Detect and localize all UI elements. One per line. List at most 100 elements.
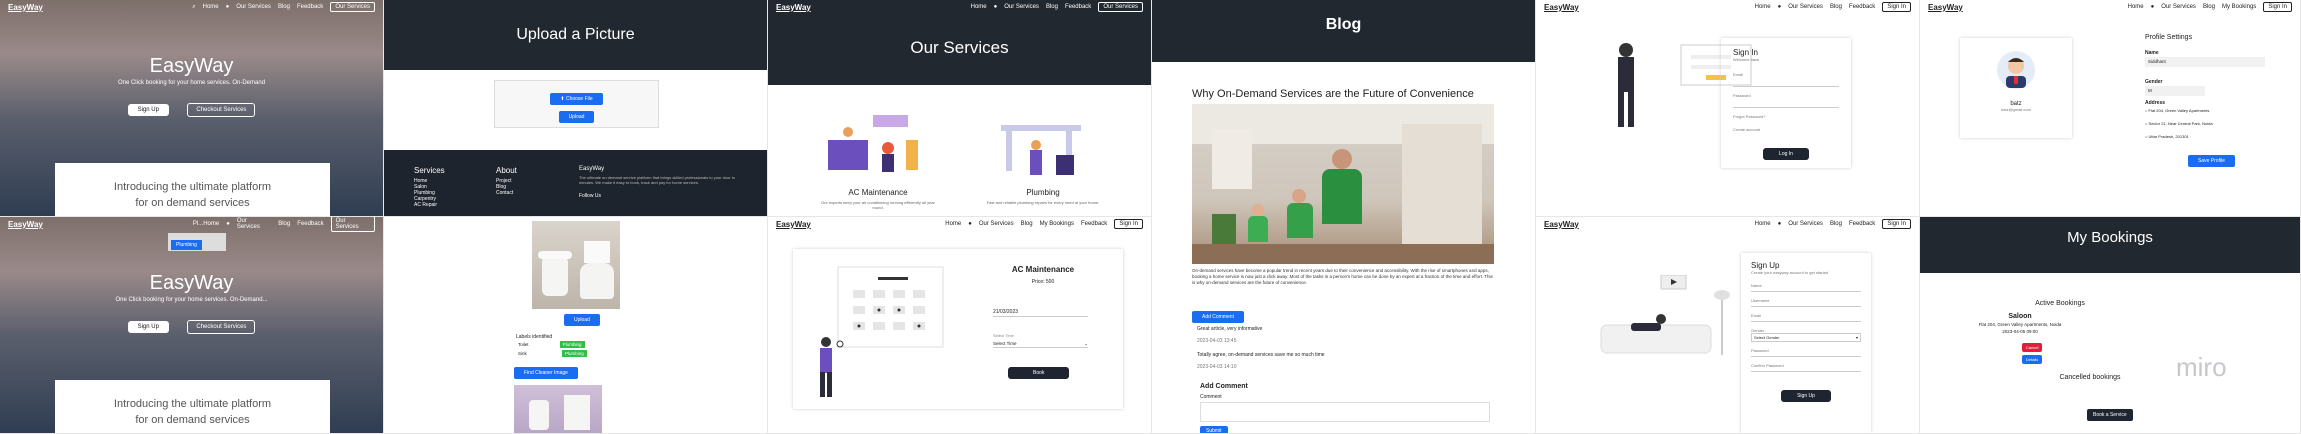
checkout-services-button[interactable]: Checkout Services xyxy=(187,103,256,117)
user-icon[interactable]: ● xyxy=(968,221,972,227)
nav-home[interactable]: Home xyxy=(2128,4,2144,10)
brand-logo[interactable]: EasyWay xyxy=(8,220,43,229)
nav-feedback[interactable]: Feedback xyxy=(297,221,323,227)
user-icon[interactable]: ● xyxy=(2151,4,2155,10)
top-nav: EasyWay Home ● Our Services Blog Feedbac… xyxy=(1536,0,1919,14)
name-field[interactable] xyxy=(1751,288,1861,292)
address-option[interactable]: ○ Uttar Pradesh, 201301 xyxy=(2145,134,2189,139)
service-tag[interactable]: Plumbing xyxy=(562,350,587,357)
nav-our-services-button[interactable]: Our Services xyxy=(330,217,375,232)
nav-feedback[interactable]: Feedback xyxy=(1065,4,1091,10)
save-profile-button[interactable]: Save Profile xyxy=(2188,155,2235,167)
search-icon[interactable]: ⌕ xyxy=(192,4,195,11)
login-button[interactable]: Log In xyxy=(1763,148,1809,160)
nav-feedback[interactable]: Feedback xyxy=(297,4,323,10)
nav-feedback[interactable]: Feedback xyxy=(1849,4,1875,10)
nav-our-services[interactable]: Our Services xyxy=(1788,221,1823,227)
forgot-password-link[interactable]: Forgot Password? xyxy=(1733,114,1839,119)
service-tag[interactable]: Plumbing xyxy=(559,341,585,348)
comment-date: 2023-04-03 14:10 xyxy=(1197,364,1237,370)
brand-logo[interactable]: EasyWay xyxy=(776,220,811,229)
nav-sign-in-button[interactable]: Sign In xyxy=(1114,219,1143,229)
cancel-booking-button[interactable]: Cancel xyxy=(2022,343,2043,352)
book-a-service-button[interactable]: Book a Service xyxy=(2087,409,2133,421)
ac-maintenance-desc: Our experts keep your air conditioning r… xyxy=(821,200,935,210)
nav-home[interactable]: Home xyxy=(1755,4,1771,10)
password-field[interactable] xyxy=(1733,98,1839,108)
brand-logo[interactable]: EasyWay xyxy=(1544,220,1579,229)
password-field[interactable] xyxy=(1751,353,1861,357)
nav-feedback[interactable]: Feedback xyxy=(1849,221,1875,227)
gender-field[interactable]: M xyxy=(2145,86,2205,96)
email-field[interactable] xyxy=(1733,77,1839,87)
nav-sign-in-button[interactable]: Sign In xyxy=(2263,2,2292,12)
address-option[interactable]: ○ Sector 21, Near Central Park, Noida xyxy=(2145,121,2213,126)
labels-caption: Labels identified xyxy=(516,334,553,340)
nav-our-services[interactable]: Our Services xyxy=(2161,4,2196,10)
footer-services-item[interactable]: AC Repair xyxy=(414,202,445,208)
nav-blog[interactable]: Blog xyxy=(278,4,290,10)
submit-comment-button[interactable]: Submit xyxy=(1200,426,1228,433)
nav-sign-in-button[interactable]: Sign In xyxy=(1882,219,1911,229)
address-text: Sector 21, Near Central Park, Noida xyxy=(2148,121,2213,126)
nav-blog[interactable]: Blog xyxy=(1830,4,1842,10)
checkout-services-button[interactable]: Checkout Services xyxy=(187,320,256,334)
add-comment-button[interactable]: Add Comment xyxy=(1192,311,1244,323)
brand-logo[interactable]: EasyWay xyxy=(776,3,811,12)
nav-blog[interactable]: Blog xyxy=(2203,4,2215,10)
user-icon[interactable]: ● xyxy=(226,4,230,10)
upload-button[interactable]: Upload xyxy=(558,111,595,123)
nav-our-services-button[interactable]: Our Services xyxy=(1098,2,1143,12)
signup-button[interactable]: Sign Up xyxy=(1781,390,1831,402)
search-suggestion[interactable]: Plumbing xyxy=(171,240,202,250)
user-icon[interactable]: ● xyxy=(226,221,230,227)
sign-up-button[interactable]: Sign Up xyxy=(127,104,169,116)
upload-button[interactable]: Upload xyxy=(564,314,600,326)
nav-home[interactable]: Home xyxy=(1755,221,1771,227)
confirm-password-field[interactable] xyxy=(1751,368,1861,372)
comment-textarea[interactable] xyxy=(1200,402,1490,422)
nav-my-bookings[interactable]: My Bookings xyxy=(1040,221,1074,227)
time-select[interactable]: Select Time ⌄ xyxy=(993,341,1088,348)
brand-logo[interactable]: EasyWay xyxy=(8,3,43,12)
nav-our-services[interactable]: Our Services xyxy=(1004,4,1039,10)
nav-blog[interactable]: Blog xyxy=(1830,221,1842,227)
nav-blog[interactable]: Blog xyxy=(278,221,290,227)
username-field[interactable] xyxy=(1751,303,1861,307)
nav-blog[interactable]: Blog xyxy=(1021,221,1033,227)
nav-our-services[interactable]: Our Services xyxy=(979,221,1014,227)
brand-logo[interactable]: EasyWay xyxy=(1928,3,1963,12)
chevron-down-icon: ▾ xyxy=(1855,335,1858,340)
nav-our-services-button[interactable]: Our Services xyxy=(330,2,375,12)
nav-our-services[interactable]: Our Services xyxy=(237,218,271,230)
footer-about-item[interactable]: Contact xyxy=(496,190,517,196)
book-button[interactable]: Book xyxy=(1008,367,1070,379)
gender-select[interactable]: Select Gender ▾ xyxy=(1751,333,1861,342)
email-field[interactable] xyxy=(1751,318,1861,322)
find-cleaner-image-button[interactable]: Find Cleaner Image xyxy=(514,367,578,379)
name-field[interactable]: Siddhant xyxy=(2145,57,2265,67)
sign-up-button[interactable]: Sign Up xyxy=(127,321,169,333)
choose-file-button[interactable]: ⬆ Choose File xyxy=(550,93,603,105)
uploaded-image xyxy=(532,221,620,309)
user-icon[interactable]: ● xyxy=(1778,221,1782,227)
nav-our-services[interactable]: Our Services xyxy=(236,4,271,10)
nav-home[interactable]: Home xyxy=(945,221,961,227)
nav-home[interactable]: Home xyxy=(971,4,987,10)
booking-details-button[interactable]: Details xyxy=(2022,355,2043,364)
address-option[interactable]: ○ Flat 204, Green Valley Apartments xyxy=(2145,108,2209,113)
nav-blog[interactable]: Blog xyxy=(1046,4,1058,10)
create-account-link[interactable]: Create account xyxy=(1733,127,1839,132)
booking-service: Saloon xyxy=(2008,313,2032,320)
nav-home[interactable]: Home xyxy=(203,221,219,227)
user-icon[interactable]: ● xyxy=(994,4,998,10)
nav-home[interactable]: Home xyxy=(203,4,219,10)
nav-sign-in-button[interactable]: Sign In xyxy=(1882,2,1911,12)
search-input[interactable]: Pl... xyxy=(193,221,203,227)
nav-feedback[interactable]: Feedback xyxy=(1081,221,1107,227)
nav-my-bookings[interactable]: My Bookings xyxy=(2222,4,2256,10)
nav-our-services[interactable]: Our Services xyxy=(1788,4,1823,10)
user-icon[interactable]: ● xyxy=(1778,4,1782,10)
brand-logo[interactable]: EasyWay xyxy=(1544,3,1579,12)
date-field[interactable]: 21/03/2023 xyxy=(993,309,1088,317)
